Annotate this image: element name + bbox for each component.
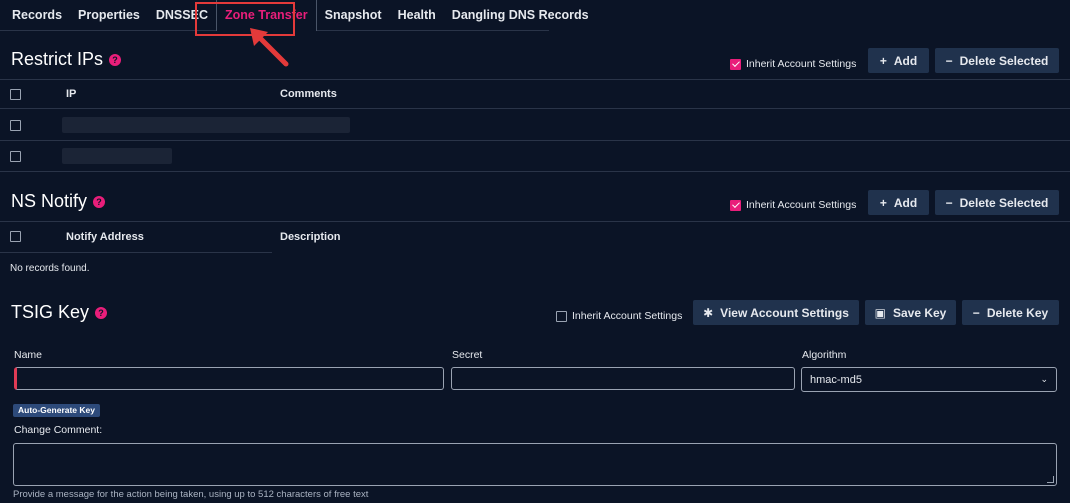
column-comments: Comments [280, 88, 337, 100]
resize-handle-icon[interactable] [1047, 476, 1054, 483]
name-label: Name [14, 349, 43, 361]
ns-notify-delete-button[interactable]: − Delete Selected [935, 190, 1059, 215]
minus-icon: − [945, 53, 953, 68]
tab-properties[interactable]: Properties [70, 0, 148, 31]
secret-label: Secret [452, 349, 483, 361]
save-key-button[interactable]: ▣ Save Key [865, 300, 956, 325]
restrict-ips-delete-button[interactable]: − Delete Selected [935, 48, 1059, 73]
redacted-value [62, 148, 172, 164]
ns-notify-header: Notify Address Description [0, 221, 1070, 251]
change-comment-textarea[interactable] [13, 443, 1057, 486]
help-icon[interactable]: ? [93, 195, 106, 208]
tsig-inherit[interactable]: Inherit Account Settings [556, 310, 682, 322]
plus-icon: + [879, 195, 887, 210]
table-row [0, 110, 1070, 141]
ns-notify-inherit[interactable]: Inherit Account Settings [730, 199, 856, 211]
checkbox-unchecked-icon[interactable] [556, 310, 567, 322]
algorithm-label: Algorithm [802, 349, 847, 361]
restrict-ips-header: IP Comments [0, 79, 1070, 109]
minus-icon: − [945, 195, 953, 210]
row-checkbox[interactable] [10, 119, 21, 131]
algorithm-select[interactable]: hmac-md5 ⌄ [801, 367, 1057, 392]
table-row [0, 141, 1070, 172]
tab-snapshot[interactable]: Snapshot [317, 0, 390, 31]
redacted-value [62, 117, 350, 133]
view-account-settings-button[interactable]: ✱ View Account Settings [693, 300, 859, 325]
column-notify-address: Notify Address [66, 230, 144, 243]
ns-notify-title: NS Notify ? [11, 191, 106, 212]
restrict-ips-add-button[interactable]: + Add [868, 48, 929, 73]
row-checkbox[interactable] [10, 150, 21, 162]
tsig-key-title: TSIG Key ? [11, 302, 108, 323]
save-icon: ▣ [874, 305, 886, 320]
name-input[interactable] [14, 367, 444, 390]
minus-icon: − [972, 305, 980, 320]
tab-health[interactable]: Health [390, 0, 444, 31]
column-description: Description [280, 230, 341, 243]
select-all-checkbox[interactable] [10, 88, 21, 100]
delete-key-button[interactable]: − Delete Key [962, 300, 1059, 325]
restrict-ips-title: Restrict IPs ? [11, 49, 122, 70]
select-all-checkbox[interactable] [10, 231, 21, 242]
checkbox-checked-icon[interactable] [730, 58, 741, 70]
empty-state: No records found. [10, 263, 90, 274]
help-icon[interactable]: ? [109, 53, 122, 66]
auto-generate-key-button[interactable]: Auto-Generate Key [13, 404, 100, 417]
change-comment-label: Change Comment: [14, 424, 103, 436]
chevron-down-icon: ⌄ [1040, 374, 1048, 384]
secret-input[interactable] [451, 367, 795, 390]
plus-icon: + [879, 53, 887, 68]
column-ip: IP [66, 88, 77, 100]
annotation-arrow-icon [250, 28, 289, 67]
restrict-ips-inherit[interactable]: Inherit Account Settings [730, 58, 856, 70]
help-icon[interactable]: ? [95, 306, 108, 319]
checkbox-checked-icon[interactable] [730, 199, 741, 211]
tab-records[interactable]: Records [0, 0, 70, 31]
comment-hint: Provide a message for the action being t… [13, 489, 369, 500]
gear-icon: ✱ [703, 305, 714, 320]
divider [0, 252, 272, 253]
ns-notify-add-button[interactable]: + Add [868, 190, 929, 215]
tab-dangling-dns-records[interactable]: Dangling DNS Records [444, 0, 597, 31]
